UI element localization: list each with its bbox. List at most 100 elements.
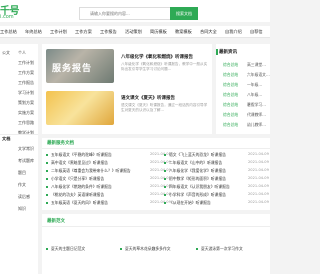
nav-item-9[interactable]: 自我介绍 bbox=[225, 29, 242, 35]
essay-title[interactable]: 夏天的主题日记范文 bbox=[51, 246, 85, 251]
divider bbox=[42, 148, 270, 149]
list-item-title[interactable]: 《从现在开始》听课报告 bbox=[169, 200, 211, 205]
essay-item[interactable]: 夏天的草木花朵趣多多作文 bbox=[120, 246, 171, 252]
list-item-title[interactable]: 五年级语文《平稳的驼峰》听课报告 bbox=[51, 152, 112, 157]
list-item-title[interactable]: 初中数学《矩形的面积》听课报告 bbox=[169, 176, 226, 181]
list-item[interactable]: 八年级化学《燃烧的条件》听课报告 bbox=[46, 184, 112, 190]
list-item-date: 2021-04-09 bbox=[248, 152, 269, 156]
sidebar-item[interactable]: 实施方案 bbox=[18, 110, 34, 116]
list-item[interactable]: 二年级语文《山中的》听课报告 bbox=[164, 160, 222, 166]
sidebar-item[interactable]: 工作方案 bbox=[18, 70, 34, 76]
news-tag: 综合总结 bbox=[223, 112, 239, 117]
nav-item-2[interactable]: 工作计划 bbox=[50, 29, 67, 35]
sidebar-item[interactable]: 公文 bbox=[2, 50, 10, 56]
list-item-title[interactable]: 二年级语文《山中的》听课报告 bbox=[169, 160, 222, 165]
news-item[interactable]: 综合总结 幼儿教师… bbox=[219, 122, 269, 128]
nav-item-7[interactable]: 教案模板 bbox=[175, 29, 192, 35]
news-tag: 综合总结 bbox=[223, 92, 239, 97]
site-header: 千号 i.com 搜索文档 bbox=[0, 0, 270, 22]
nav-item-3[interactable]: 工作方案 bbox=[75, 29, 92, 35]
news-title[interactable]: 八年级… bbox=[247, 92, 262, 98]
nav-item-6[interactable]: 简历模板 bbox=[150, 29, 167, 35]
list-item-title[interactable]: 八年级化学《燃烧的条件》听课报告 bbox=[51, 184, 112, 189]
news-title[interactable]: 幼儿教师… bbox=[247, 122, 266, 128]
category-sidebar-lower: 文档 文学常识 考试题库 题目 作文 读后感 知识 bbox=[0, 134, 38, 274]
list-item-date: 2021-04-09 bbox=[248, 184, 269, 188]
list-item-title[interactable]: 四年级语文《认识我朋友》听课报告 bbox=[169, 184, 230, 189]
news-item[interactable]: 综合总结 代课教师… bbox=[219, 112, 269, 118]
search-input[interactable] bbox=[80, 8, 170, 19]
search-button[interactable]: 搜索文档 bbox=[170, 7, 198, 20]
list-item[interactable]: 语文《飞上蓝天的恐龙》听课报告 bbox=[164, 152, 226, 158]
sidebar-item[interactable]: 读后感 bbox=[18, 194, 30, 200]
featured-thumbnail[interactable]: 服务报告 bbox=[46, 49, 114, 83]
sidebar-item[interactable]: 工作思路 bbox=[18, 120, 34, 126]
list-item[interactable]: 五年级英语《夏天的风》听课报告 bbox=[46, 200, 108, 206]
news-title[interactable]: 代课教师… bbox=[247, 112, 266, 118]
news-title[interactable]: 六年级语文… bbox=[247, 72, 270, 78]
nav-item-1[interactable]: 年终总结 bbox=[25, 29, 42, 35]
list-item-title[interactable]: 语文《飞上蓝天的恐龙》听课报告 bbox=[169, 152, 226, 157]
news-item[interactable]: 综合总结 暑假学习… bbox=[219, 102, 269, 108]
news-item[interactable]: 综合总结 一年级… bbox=[219, 82, 269, 88]
list-item[interactable]: 小学语文《只是分享》听课报告 bbox=[46, 176, 104, 182]
sidebar-item[interactable]: 工作报告 bbox=[18, 80, 34, 86]
featured-title[interactable]: 八年级化学《氧化和燃烧》听课报告 bbox=[121, 54, 193, 60]
sidebar-item[interactable]: 作文 bbox=[18, 182, 26, 188]
list-item-title[interactable]: 八年级化学《我爱化学》听课报告 bbox=[169, 168, 226, 173]
sidebar-row: 作文 bbox=[0, 182, 38, 189]
sidebar-row: 实施方案 bbox=[0, 110, 38, 117]
news-title[interactable]: 高三课堂… bbox=[247, 62, 266, 68]
sidebar-item[interactable]: 工作计划 bbox=[18, 60, 34, 66]
sidebar-row: 工作方案 bbox=[0, 70, 38, 77]
list-item-title[interactable]: 高中语文《黑暗里见过》听课报告 bbox=[51, 160, 108, 165]
news-title[interactable]: 一年级… bbox=[247, 82, 262, 88]
nav-item-4[interactable]: 工作报告 bbox=[100, 29, 117, 35]
list-item-title[interactable]: 小学科学《声音的形成》听课报告 bbox=[169, 192, 226, 197]
essay-item[interactable]: 夏天游泳第一次学习作文 bbox=[196, 246, 243, 252]
featured-thumbnail[interactable] bbox=[46, 91, 114, 125]
list-item-title[interactable]: 二年级英语《尊重会为我带来什么？》听课报告 bbox=[51, 168, 131, 173]
essay-item[interactable]: 夏天的主题日记范文 bbox=[46, 246, 85, 252]
list-item[interactable]: 二年级英语《尊重会为我带来什么？》听课报告 bbox=[46, 168, 131, 174]
list-item[interactable]: 小学科学《声音的形成》听课报告 bbox=[164, 192, 226, 198]
list-item[interactable]: 《从现在开始》听课报告 bbox=[164, 200, 211, 206]
sidebar-item[interactable]: 策划方案 bbox=[18, 100, 34, 106]
essay-title[interactable]: 夏天的草木花朵趣多多作文 bbox=[125, 246, 171, 251]
list-item[interactable]: 《桃花的功夫》英语课听课报告 bbox=[46, 192, 104, 198]
featured-title[interactable]: 语文课文《夏天》听课报告 bbox=[121, 95, 175, 101]
list-item[interactable]: 初中数学《矩形的面积》听课报告 bbox=[164, 176, 226, 182]
list-item-title[interactable]: 小学语文《只是分享》听课报告 bbox=[51, 176, 104, 181]
bullet-icon bbox=[46, 194, 48, 196]
list-item-title[interactable]: 五年级英语《夏天的风》听课报告 bbox=[51, 200, 108, 205]
nav-item-10[interactable]: 自荐信 bbox=[250, 29, 263, 35]
news-tag: 综合总结 bbox=[223, 122, 239, 127]
list-item-title[interactable]: 《桃花的功夫》英语课听课报告 bbox=[51, 192, 104, 197]
sidebar-row: 学习计划 bbox=[0, 90, 38, 97]
bullet-icon bbox=[46, 178, 48, 180]
latest-documents-panel: 最新服务文档 五年级语文《平稳的驼峰》听课报告 2021-04-09 高中语文《… bbox=[42, 138, 270, 210]
sidebar-row: 题目 bbox=[0, 170, 38, 177]
sidebar-item[interactable]: 考试题库 bbox=[18, 158, 34, 164]
list-item[interactable]: 八年级化学《我爱化学》听课报告 bbox=[164, 168, 226, 174]
sidebar-item[interactable]: 文学常识 bbox=[18, 146, 34, 152]
sidebar-item[interactable]: 题目 bbox=[18, 170, 26, 176]
news-title[interactable]: 暑假学习… bbox=[247, 102, 266, 108]
list-item[interactable]: 五年级语文《平稳的驼峰》听课报告 bbox=[46, 152, 112, 158]
site-logo-domain: i.com bbox=[0, 14, 14, 20]
news-tag: 综合总结 bbox=[223, 62, 239, 67]
news-item[interactable]: 综合总结 八年级… bbox=[219, 92, 269, 98]
sidebar-item[interactable]: 学习计划 bbox=[18, 90, 34, 96]
essay-title[interactable]: 夏天游泳第一次学习作文 bbox=[201, 246, 243, 251]
sidebar-item[interactable]: 知识 bbox=[18, 206, 26, 212]
nav-item-5[interactable]: 活动策划 bbox=[125, 29, 142, 35]
featured-articles: 服务报告 八年级化学《氧化和燃烧》听课报告 八年级化学《氧化和燃烧》听课报告，教… bbox=[42, 44, 212, 134]
news-item[interactable]: 综合总结 高三课堂… bbox=[219, 62, 269, 68]
nav-item-0[interactable]: 工作总结 bbox=[0, 29, 17, 35]
nav-item-8[interactable]: 合同大全 bbox=[200, 29, 217, 35]
list-item[interactable]: 四年级语文《认识我朋友》听课报告 bbox=[164, 184, 230, 190]
sidebar-row: 工作计划 bbox=[0, 60, 38, 67]
news-item[interactable]: 综合总结 六年级语文… bbox=[219, 72, 270, 78]
list-item[interactable]: 高中语文《黑暗里见过》听课报告 bbox=[46, 160, 108, 166]
sidebar-item[interactable]: 个人 bbox=[18, 50, 26, 56]
